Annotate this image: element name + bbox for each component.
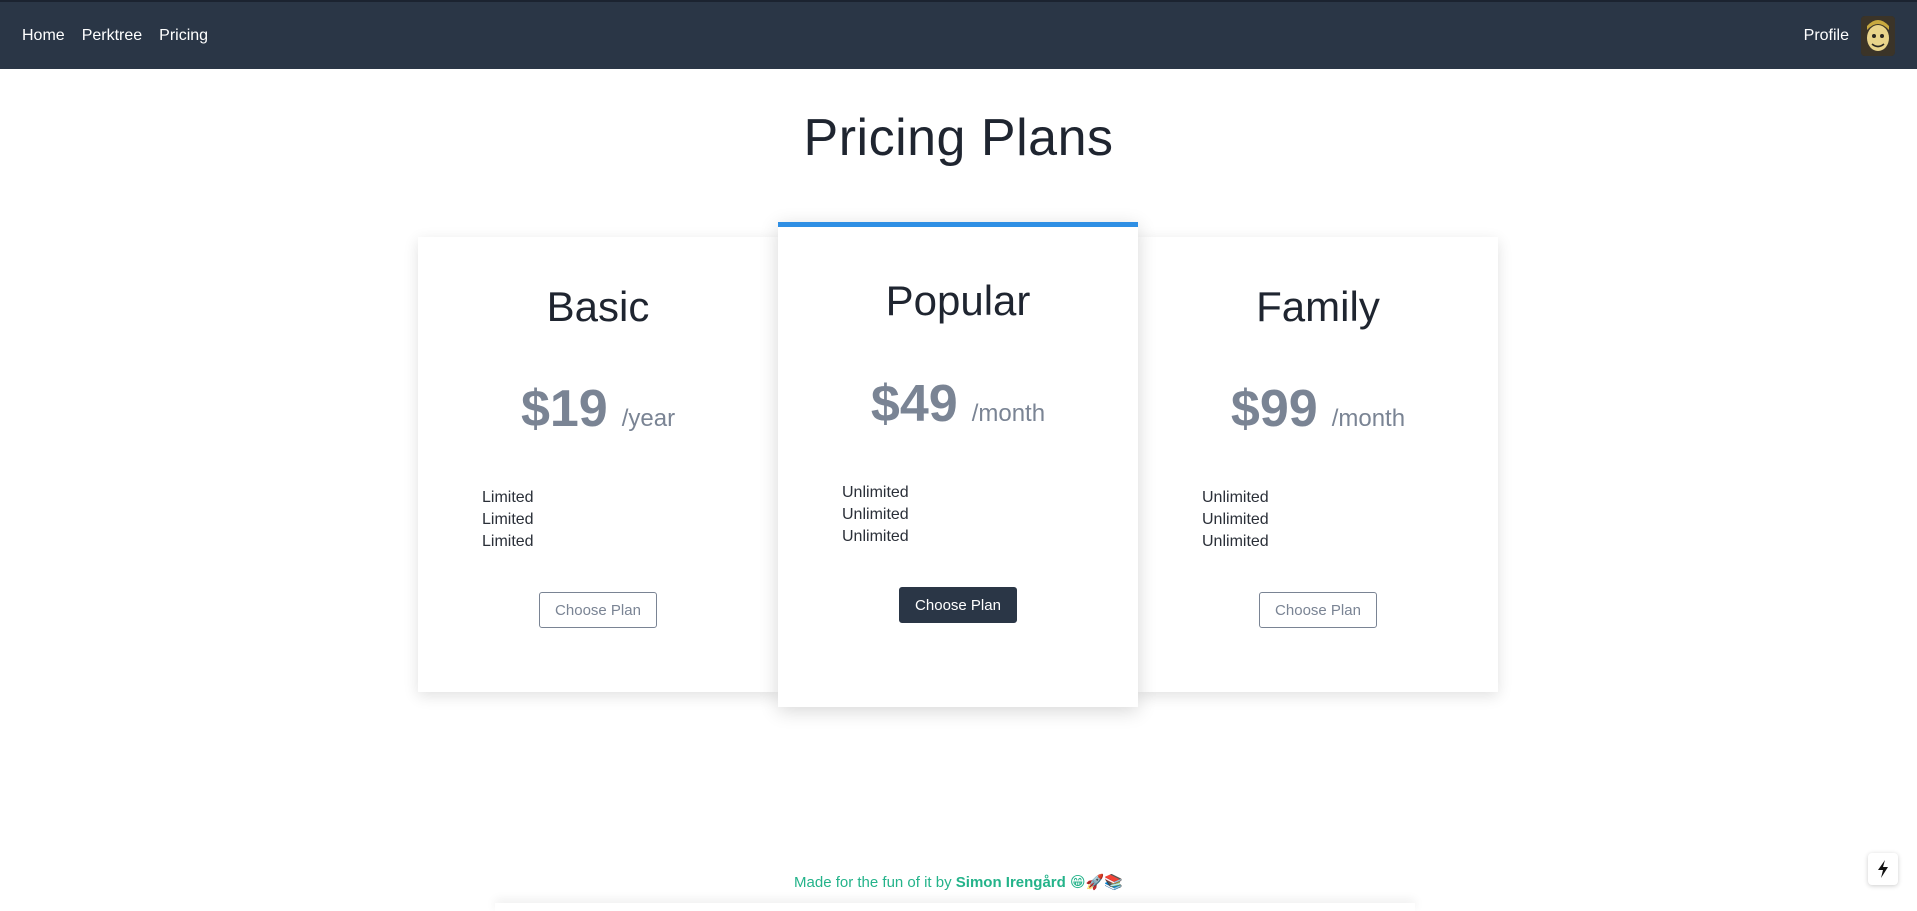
feature-item: Unlimited <box>1202 511 1269 528</box>
footer-author-link[interactable]: Simon Irengård <box>956 874 1066 891</box>
price-row: $49 /month <box>778 374 1138 434</box>
page-title: Pricing Plans <box>803 109 1114 167</box>
footer-prefix: Made for the fun of it by <box>794 874 952 891</box>
footer-shadow <box>495 903 1415 911</box>
feature-item: Unlimited <box>842 528 909 545</box>
choose-plan-popular-button[interactable]: Choose Plan <box>899 587 1017 623</box>
price-row: $19 /year <box>418 379 778 439</box>
nav-links: Home Perktree Pricing <box>22 27 208 45</box>
plan-period: /year <box>621 405 676 432</box>
nav-link-home[interactable]: Home <box>22 27 65 45</box>
feature-item: Unlimited <box>1202 489 1269 506</box>
plan-period: /month <box>971 400 1046 427</box>
plan-name: Basic <box>546 283 650 330</box>
plan-price: $49 <box>870 375 958 433</box>
lightning-icon[interactable] <box>1868 853 1898 885</box>
nav-link-pricing[interactable]: Pricing <box>159 27 208 45</box>
feature-item: Limited <box>482 511 534 528</box>
feature-list: Unlimited Unlimited Unlimited <box>1202 487 1269 553</box>
feature-list: Limited Limited Limited <box>482 487 534 553</box>
plan-price: $99 <box>1230 380 1318 438</box>
plan-period: /month <box>1331 405 1406 432</box>
footer-emojis: 😁🚀📚 <box>1069 874 1123 891</box>
feature-item: Limited <box>482 533 534 550</box>
feature-item: Unlimited <box>1202 533 1269 550</box>
nav-link-perktree[interactable]: Perktree <box>82 27 142 45</box>
top-navbar: Home Perktree Pricing Profile <box>0 0 1917 69</box>
choose-plan-basic-button[interactable]: Choose Plan <box>539 592 657 628</box>
lightning-glyph-icon <box>1878 860 1888 878</box>
nav-link-profile[interactable]: Profile <box>1804 27 1849 45</box>
plan-card-family: Family $99 /month Unlimited Unlimited Un… <box>1138 237 1498 692</box>
choose-plan-family-button[interactable]: Choose Plan <box>1259 592 1377 628</box>
feature-item: Limited <box>482 489 534 506</box>
plan-name: Popular <box>885 277 1031 324</box>
footer-credit: Made for the fun of it by Simon Irengård… <box>0 873 1917 891</box>
price-row: $99 /month <box>1138 379 1498 439</box>
plan-price: $19 <box>520 380 608 438</box>
feature-list: Unlimited Unlimited Unlimited <box>842 482 909 548</box>
plan-card-basic: Basic $19 /year Limited Limited Limited … <box>418 237 778 692</box>
nav-profile: Profile <box>1804 15 1895 56</box>
plan-name: Family <box>1256 283 1380 330</box>
plan-card-popular: Popular $49 /month Unlimited Unlimited U… <box>778 222 1138 707</box>
feature-item: Unlimited <box>842 506 909 523</box>
avatar-face-icon <box>1861 15 1895 56</box>
feature-item: Unlimited <box>842 484 909 501</box>
avatar-icon[interactable] <box>1861 15 1895 56</box>
